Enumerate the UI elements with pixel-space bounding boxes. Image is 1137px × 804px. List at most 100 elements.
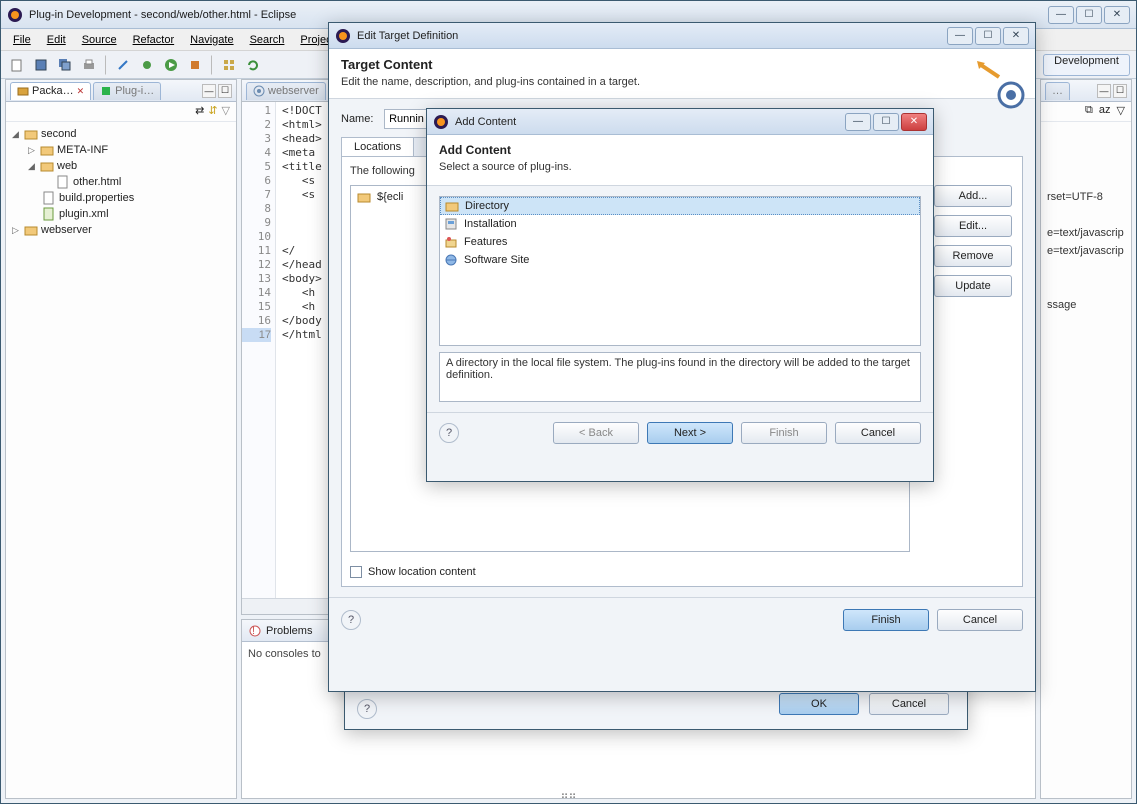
name-label: Name: [341, 113, 381, 125]
new-icon[interactable] [7, 55, 27, 75]
menu-refactor[interactable]: Refactor [127, 32, 181, 48]
dialog-minimize-button[interactable]: — [845, 113, 871, 131]
run-icon[interactable] [161, 55, 181, 75]
cancel-button[interactable]: Cancel [835, 422, 921, 444]
show-location-checkbox[interactable] [350, 566, 362, 578]
source-listbox[interactable]: Directory Installation Features Software… [439, 196, 921, 346]
tree-metainf[interactable]: ▷META-INF [10, 142, 232, 158]
file-icon [42, 191, 56, 205]
debug-icon[interactable] [137, 55, 157, 75]
cancel-button[interactable]: Cancel [869, 693, 949, 715]
outline-text: ssage [1047, 296, 1125, 314]
plugins-tab-label: Plug-i… [115, 85, 154, 97]
menu-navigate[interactable]: Navigate [184, 32, 239, 48]
dialog-minimize-button[interactable]: — [947, 27, 973, 45]
remove-button[interactable]: Remove [934, 245, 1012, 267]
add-button[interactable]: Add... [934, 185, 1012, 207]
tree-label: webserver [41, 224, 92, 236]
menu-edit[interactable]: Edit [41, 32, 72, 48]
outline-text: rset=UTF-8 [1047, 188, 1125, 206]
option-directory[interactable]: Directory [440, 197, 920, 215]
minimize-view-button[interactable]: — [202, 84, 216, 98]
status-drag-handle[interactable]: ⠶⠶ [1, 787, 1136, 803]
refresh-icon[interactable] [243, 55, 263, 75]
package-tab-label: Packa… [32, 85, 74, 97]
dialog-maximize-button[interactable]: ☐ [873, 113, 899, 131]
folder-icon [24, 127, 38, 141]
wand-icon[interactable] [113, 55, 133, 75]
close-button[interactable]: ✕ [1104, 6, 1130, 24]
dialog-maximize-button[interactable]: ☐ [975, 27, 1001, 45]
menu-icon[interactable]: ▽ [1117, 104, 1125, 119]
installation-icon [444, 217, 458, 231]
tree-label: web [57, 160, 77, 172]
minimize-button[interactable]: — [1048, 6, 1074, 24]
outline-tab-label: … [1052, 85, 1063, 97]
print-icon[interactable] [79, 55, 99, 75]
tab-locations[interactable]: Locations [341, 137, 414, 156]
separator-icon [105, 55, 107, 75]
help-icon[interactable]: ? [439, 423, 459, 443]
wizard-subheading: Select a source of plug-ins. [439, 161, 921, 173]
target-decor-icon [971, 55, 1025, 109]
option-features[interactable]: Features [440, 233, 920, 251]
plugins-tab[interactable]: Plug-i… [93, 82, 161, 100]
dialog-subheading: Edit the name, description, and plug-ins… [341, 76, 1023, 88]
location-item: ${ecli [377, 191, 403, 203]
problems-icon: ! [248, 624, 262, 638]
perspective-button[interactable]: Development [1043, 54, 1130, 76]
option-installation[interactable]: Installation [440, 215, 920, 233]
save-icon[interactable] [31, 55, 51, 75]
package-tab[interactable]: Packa…✕ [10, 82, 91, 100]
folder-icon [24, 223, 38, 237]
outline-text: e=text/javascrip [1047, 224, 1125, 242]
option-description: A directory in the local file system. Th… [439, 352, 921, 402]
option-software-site[interactable]: Software Site [440, 251, 920, 269]
update-button[interactable]: Update [934, 275, 1012, 297]
package-explorer-view: Packa…✕ Plug-i… —☐ ⇄ ⇵ ▽ ◢second ▷META-I… [5, 79, 237, 799]
option-label: Software Site [464, 254, 529, 266]
finish-button[interactable]: Finish [741, 422, 827, 444]
ok-button[interactable]: OK [779, 693, 859, 715]
link-icon[interactable]: ⇵ [208, 104, 217, 119]
extrun-icon[interactable] [185, 55, 205, 75]
outline-icon[interactable]: ⧉ [1085, 104, 1093, 119]
dialog-close-button[interactable]: ✕ [1003, 27, 1029, 45]
close-icon[interactable]: ✕ [77, 86, 85, 97]
folder-icon [40, 159, 54, 173]
maximize-button[interactable]: ☐ [1076, 6, 1102, 24]
menu-icon[interactable]: ▽ [222, 104, 230, 119]
grid-icon[interactable] [219, 55, 239, 75]
sort-icon[interactable]: az [1099, 104, 1111, 119]
finish-button[interactable]: Finish [843, 609, 929, 631]
tree-plugin-xml[interactable]: plugin.xml [10, 206, 232, 222]
menu-search[interactable]: Search [244, 32, 291, 48]
saveall-icon[interactable] [55, 55, 75, 75]
tree-web[interactable]: ◢web [10, 158, 232, 174]
minimize-view-button[interactable]: — [1097, 84, 1111, 98]
tree-project-webserver[interactable]: ▷webserver [10, 222, 232, 238]
cancel-button[interactable]: Cancel [937, 609, 1023, 631]
tree-other-html[interactable]: other.html [10, 174, 232, 190]
maximize-view-button[interactable]: ☐ [1113, 84, 1127, 98]
tree-build-props[interactable]: build.properties [10, 190, 232, 206]
dialog-title: Edit Target Definition [357, 30, 458, 42]
help-icon[interactable]: ? [341, 610, 361, 630]
menu-file[interactable]: File [7, 32, 37, 48]
back-button[interactable]: < Back [553, 422, 639, 444]
maximize-view-button[interactable]: ☐ [218, 84, 232, 98]
menu-source[interactable]: Source [76, 32, 123, 48]
dialog-titlebar: Edit Target Definition — ☐ ✕ [329, 23, 1035, 49]
collapse-icon[interactable]: ⇄ [195, 104, 204, 119]
dialog-close-button[interactable]: ✕ [901, 113, 927, 131]
problems-tab[interactable]: Problems [266, 625, 312, 637]
tree-project-second[interactable]: ◢second [10, 126, 232, 142]
eclipse-icon [335, 28, 351, 44]
eclipse-icon [7, 7, 23, 23]
dialog-title: Add Content [455, 116, 516, 128]
editor-tab-webserver[interactable]: webserver [246, 82, 326, 100]
next-button[interactable]: Next > [647, 422, 733, 444]
edit-button[interactable]: Edit... [934, 215, 1012, 237]
outline-tab[interactable]: … [1045, 82, 1070, 100]
window-title: Plug-in Development - second/web/other.h… [29, 9, 1048, 21]
